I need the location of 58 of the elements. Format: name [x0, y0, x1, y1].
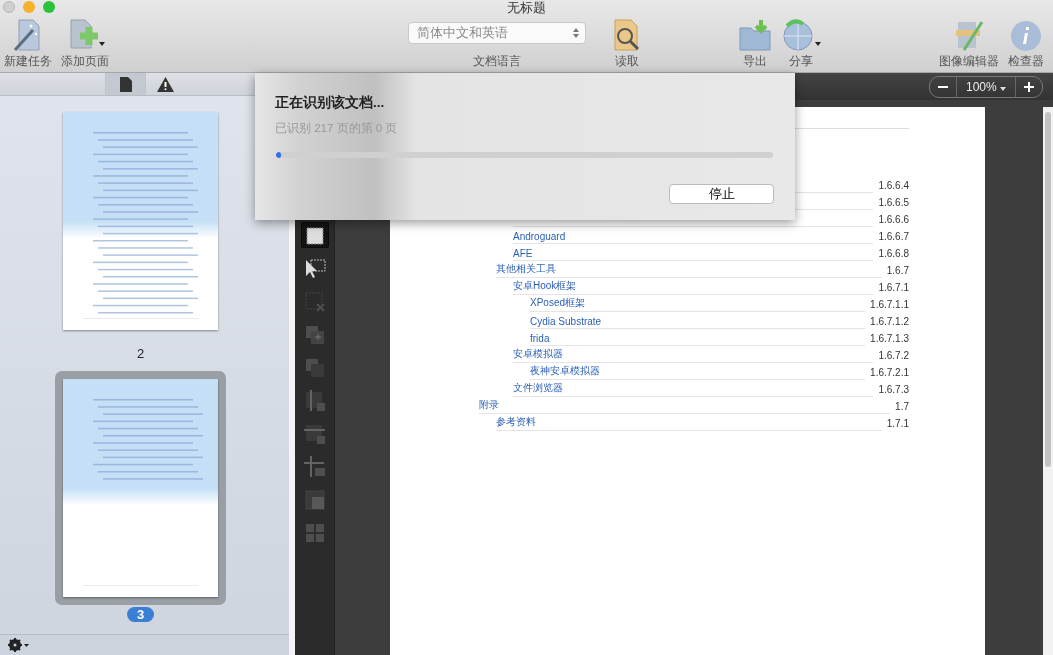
gear-icon[interactable] [8, 638, 30, 653]
warning-icon [157, 76, 174, 92]
toc-entry-link[interactable]: Androguard [513, 231, 566, 242]
toc-entry-link[interactable]: AFE [513, 248, 533, 259]
toolbar-button[interactable]: 新建任务 [2, 18, 54, 69]
section-number: 1.6.6.8 [878, 248, 909, 261]
toolbar-button[interactable]: 读取 [608, 18, 646, 69]
section-number: 1.6.7.2 [878, 350, 909, 363]
dialog-title: 正在识别该文档... [275, 94, 385, 112]
minimize-icon[interactable] [23, 1, 35, 13]
language-select[interactable]: 简体中文和英语 [408, 22, 586, 44]
page-number[interactable]: 2 [136, 346, 145, 362]
section-number: 1.6.7.1.3 [870, 333, 909, 346]
sidebar-tab[interactable] [105, 73, 145, 96]
toc-entry-link[interactable]: Cydia Substrate [530, 316, 602, 327]
toolbar-button[interactable]: 添加页面 [59, 18, 111, 69]
toc-entry-link[interactable]: 附录 [479, 398, 499, 412]
toolbar-button[interactable]: 分享 [779, 18, 823, 69]
toolbar-button[interactable]: 图像编辑器 [937, 18, 1001, 69]
close-icon[interactable] [3, 1, 15, 13]
section-number: 1.6.7.3 [878, 384, 909, 397]
toc-entry-link[interactable]: 其他相关工具 [496, 262, 556, 276]
tool-button[interactable] [300, 222, 329, 248]
section-number: 1.6.7.1 [878, 282, 909, 295]
section-number: 1.6.6.5 [878, 197, 909, 210]
toc-entry-link[interactable]: 安卓Hook框架 [513, 279, 577, 293]
scrollbar[interactable] [1043, 107, 1053, 655]
section-number: 1.6.6.7 [878, 231, 909, 244]
document-icon [119, 76, 132, 92]
section-number: 1.6.6.4 [878, 180, 909, 193]
zoom-icon[interactable] [43, 1, 55, 13]
section-number: 1.7.1 [886, 418, 909, 431]
section-number: 1.6.6.6 [878, 214, 909, 227]
page-number[interactable]: 3 [126, 607, 155, 623]
section-number: 1.6.7 [886, 265, 909, 278]
toc-entry-link[interactable]: 夜神安卓模拟器 [530, 364, 600, 378]
page-thumbnail[interactable] [63, 112, 218, 331]
section-number: 1.6.7.1.2 [870, 316, 909, 329]
info-icon [1010, 20, 1042, 52]
section-number: 1.7 [895, 401, 909, 414]
stop-button[interactable]: 停止 [669, 184, 774, 204]
toolbar-button[interactable]: 导出 [736, 18, 774, 69]
toc-entry-link[interactable]: 参考资料 [496, 415, 536, 429]
page-thumbnail[interactable] [63, 379, 218, 598]
window-title: 无标题 [507, 0, 546, 15]
toolbar-button[interactable]: 检查器 [1006, 20, 1046, 69]
toc-entry-link[interactable]: XPosed框架 [530, 296, 586, 310]
toc-entry-link[interactable]: frida [530, 333, 550, 344]
caret-icon [1000, 86, 1006, 91]
toc-entry-link[interactable]: 文件浏览器 [513, 381, 563, 395]
section-number: 1.6.7.1.1 [870, 299, 909, 312]
language-label: 文档语言 [473, 54, 521, 69]
plus-icon [1024, 82, 1034, 92]
toc-entry-link[interactable]: 安卓模拟器 [513, 347, 563, 361]
globe-icon [781, 18, 821, 52]
stepper-icon [573, 28, 579, 38]
folder-icon [738, 18, 772, 52]
section-number: 1.6.7.2.1 [870, 367, 909, 380]
